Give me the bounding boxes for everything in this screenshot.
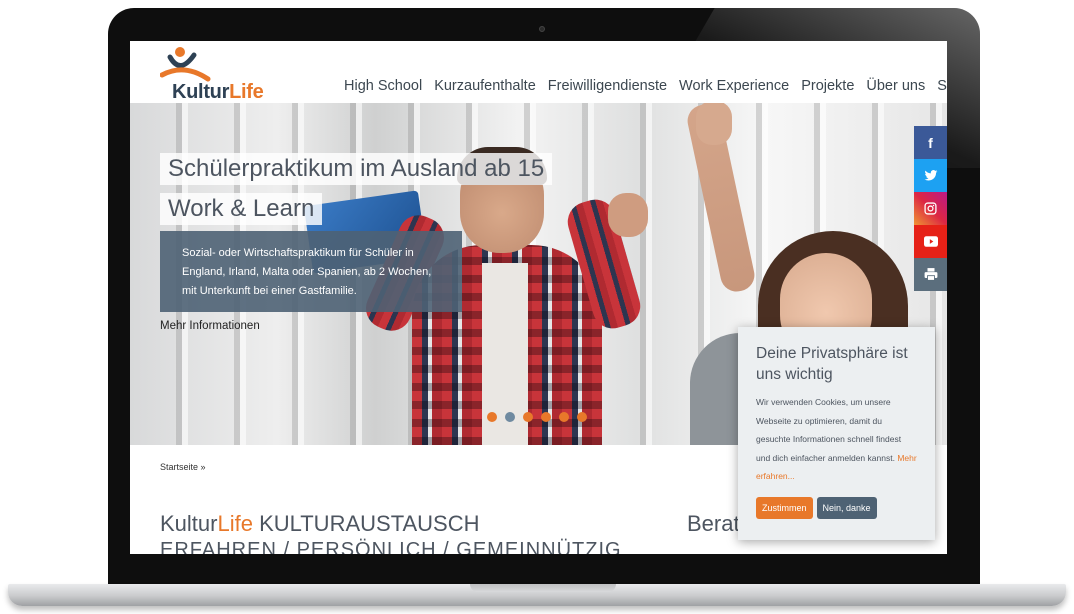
section-subtitle: ERFAHREN / PERSÖNLICH / GEMEINNÜTZIG [160, 539, 622, 554]
laptop-hinge-notch [470, 584, 616, 592]
slider-pagination [487, 412, 587, 422]
nav-item-freiwilligendienste[interactable]: Freiwilligendienste [542, 78, 673, 94]
hero-description-box: Sozial- oder Wirtschaftspraktikum für Sc… [160, 231, 462, 312]
hero-title: Schülerpraktikum im Ausland ab 15 [160, 153, 553, 185]
cookie-consent-dialog: Deine Privatsphäre ist uns wichtig Wir v… [738, 327, 935, 540]
nav-item-ueber-uns[interactable]: Über uns [860, 78, 931, 94]
print-button[interactable] [914, 258, 947, 291]
hero-photo-fist [608, 193, 648, 237]
webcam [539, 26, 545, 32]
logo[interactable]: KulturLife [160, 45, 270, 103]
instagram-button[interactable] [914, 192, 947, 225]
section-title: KulturLife KULTURAUSTAUSCH [160, 511, 480, 536]
nav-item-projekte[interactable]: Projekte [795, 78, 860, 94]
cookie-title: Deine Privatsphäre ist uns wichtig [756, 345, 908, 383]
slider-dot[interactable] [559, 412, 569, 422]
cookie-decline-button[interactable]: Nein, danke [816, 497, 877, 519]
site-header: KulturLife High School Kurzaufenthalte F… [130, 41, 947, 103]
slider-dot[interactable] [577, 412, 587, 422]
twitter-icon [924, 169, 937, 180]
slider-dot-active[interactable] [505, 412, 515, 422]
hero-photo-hand [696, 103, 732, 145]
facebook-icon: f [928, 134, 933, 151]
instagram-icon [924, 202, 937, 215]
logo-text: KulturLife [172, 81, 264, 103]
twitter-button[interactable] [914, 159, 947, 192]
main-navigation: High School Kurzaufenthalte Freiwilligen… [338, 78, 947, 94]
nav-item-spenden[interactable]: Spenden [931, 78, 947, 94]
social-sidebar: f [914, 126, 947, 291]
browser-viewport: KulturLife High School Kurzaufenthalte F… [130, 41, 947, 554]
hero-more-info-link[interactable]: Mehr Informationen [160, 320, 260, 332]
cookie-body: Wir verwenden Cookies, um unsere Webseit… [756, 397, 902, 463]
nav-item-high-school[interactable]: High School [338, 78, 428, 94]
cookie-accept-button[interactable]: Zustimmen [756, 497, 813, 519]
nav-item-kurzaufenthalte[interactable]: Kurzaufenthalte [428, 78, 542, 94]
slider-dot[interactable] [487, 412, 497, 422]
cookie-buttons: Zustimmen Nein, danke [756, 497, 877, 519]
slider-dot[interactable] [523, 412, 533, 422]
slider-dot[interactable] [541, 412, 551, 422]
youtube-icon [923, 236, 938, 247]
logo-figure-icon [160, 47, 211, 82]
hero-description: Sozial- oder Wirtschaftspraktikum für Sc… [182, 247, 432, 297]
facebook-button[interactable]: f [914, 126, 947, 159]
nav-item-work-experience[interactable]: Work Experience [673, 78, 795, 94]
print-icon [924, 268, 937, 281]
hero-subtitle: Work & Learn [160, 193, 323, 225]
cookie-text: Wir verwenden Cookies, um unsere Webseit… [756, 393, 917, 486]
breadcrumb[interactable]: Startseite » [160, 462, 206, 472]
youtube-button[interactable] [914, 225, 947, 258]
